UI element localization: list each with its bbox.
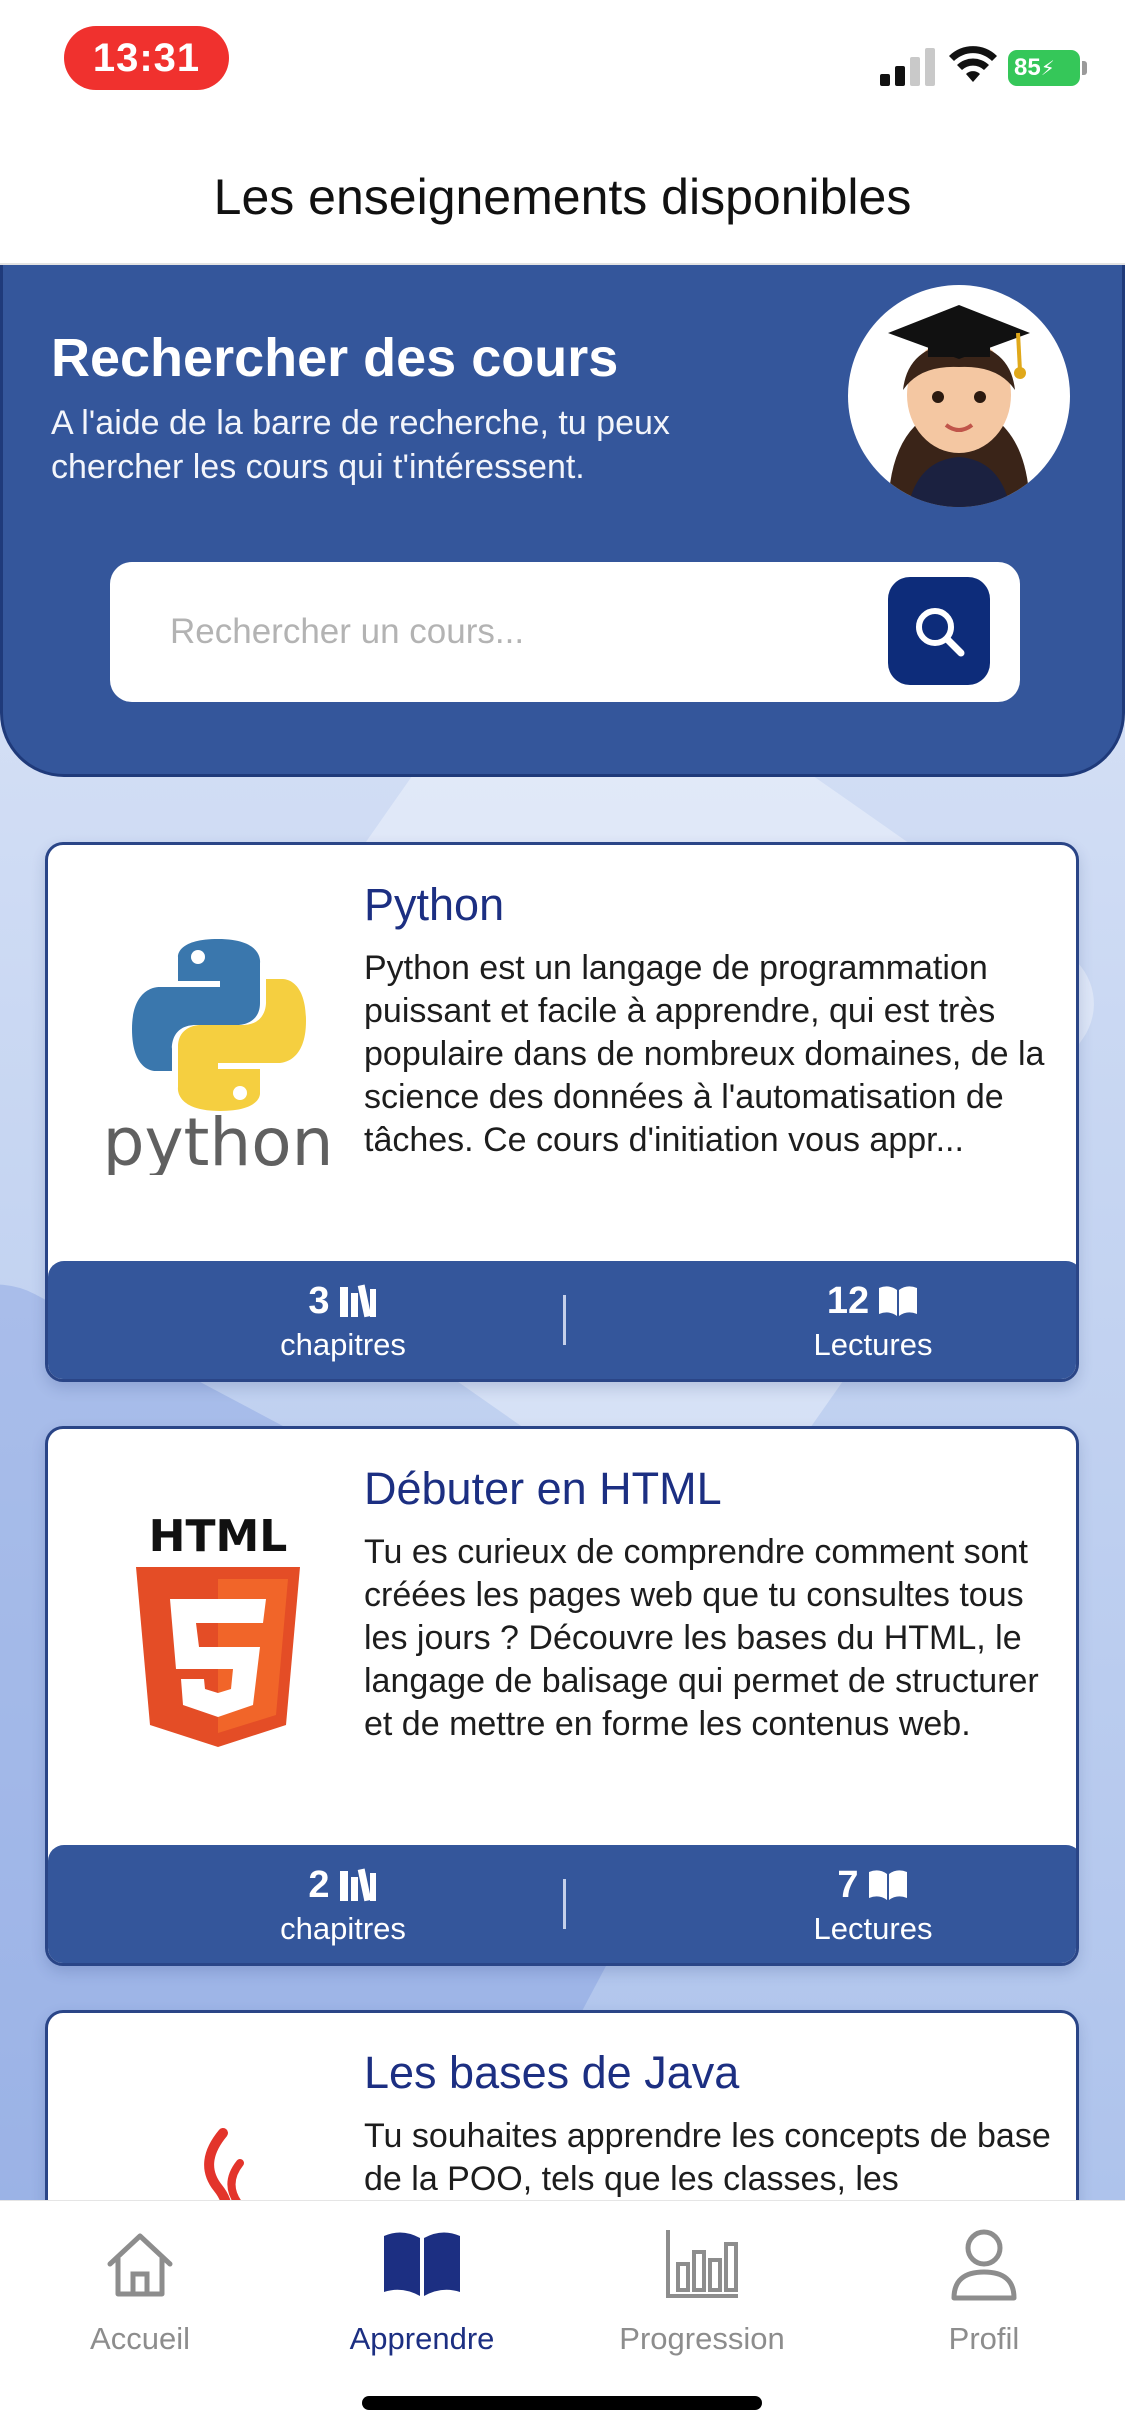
python-logo-text: python xyxy=(103,1104,334,1175)
course-title: Python xyxy=(364,879,505,930)
graduate-illustration xyxy=(888,305,1030,507)
nav-label: Accueil xyxy=(90,2321,190,2356)
chapters-label: chapitres xyxy=(280,1327,406,1362)
wifi-icon xyxy=(949,46,997,82)
chapters-count: 2 xyxy=(308,1863,330,1906)
readings-count: 7 xyxy=(837,1863,859,1906)
course-stats: 3 chapitres 12 Lectures xyxy=(48,1261,1076,1379)
stat-divider xyxy=(563,1879,566,1929)
nav-item-apprendre[interactable]: Apprendre xyxy=(302,2219,542,2357)
readings-stat: 12 Lectures xyxy=(673,1279,1073,1363)
books-icon xyxy=(339,1284,376,1318)
search-icon xyxy=(916,608,965,657)
chapters-stat: 2 chapitres xyxy=(143,1863,543,1947)
hero-description: A l'aide de la barre de recherche, tu pe… xyxy=(51,404,670,486)
nav-item-progression[interactable]: Progression xyxy=(582,2219,822,2357)
search-hero: Rechercher des cours A l'aide de la barr… xyxy=(0,265,1125,777)
chart-icon xyxy=(666,2230,738,2298)
readings-stat: 7 Lectures xyxy=(673,1863,1073,1947)
course-card-python[interactable]: python Python Python est un langage de p… xyxy=(45,842,1079,1382)
status-time: 13:31 xyxy=(64,26,229,90)
home-icon xyxy=(107,2233,173,2297)
course-stats: 2 chapitres 7 Lectures xyxy=(48,1845,1076,1963)
book-icon xyxy=(384,2232,460,2296)
course-card-html[interactable]: HTML Débuter en HTML Tu es curieux de co… xyxy=(45,1426,1079,1966)
battery-indicator: 85⚡ xyxy=(1008,50,1087,86)
nav-label: Profil xyxy=(948,2321,1020,2356)
search-button[interactable] xyxy=(888,577,990,685)
readings-label: Lectures xyxy=(813,1911,933,1946)
profile-icon xyxy=(951,2229,1017,2301)
battery-level: 85 xyxy=(1014,54,1041,81)
chapters-label: chapitres xyxy=(280,1911,406,1946)
course-description: Tu es curieux de comprendre comment sont… xyxy=(364,1533,1039,1743)
readings-count: 12 xyxy=(826,1279,870,1322)
books-icon xyxy=(339,1868,376,1902)
search-bar xyxy=(110,562,1020,702)
nav-label: Apprendre xyxy=(349,2321,495,2356)
python-logo-icon: python xyxy=(103,939,334,1181)
graduate-avatar xyxy=(848,285,1070,507)
search-input[interactable] xyxy=(170,602,870,662)
stat-divider xyxy=(563,1295,566,1345)
course-title: Débuter en HTML xyxy=(364,1463,722,1514)
charging-icon: ⚡ xyxy=(1040,58,1055,80)
book-open-icon xyxy=(879,1286,918,1316)
readings-label: Lectures xyxy=(813,1327,933,1362)
chapters-stat: 3 chapitres xyxy=(143,1279,543,1363)
html5-logo: HTML xyxy=(98,1509,338,1759)
hero-title: Rechercher des cours xyxy=(51,328,619,388)
home-indicator xyxy=(362,2396,762,2410)
html-logo-text: HTML xyxy=(149,1511,288,1562)
nav-item-accueil[interactable]: Accueil xyxy=(20,2219,260,2357)
book-open-icon xyxy=(868,1870,907,1900)
signal-icon xyxy=(880,48,935,86)
course-title: Les bases de Java xyxy=(364,2047,740,2098)
course-description: Python est un langage de programmation p… xyxy=(364,949,1045,1159)
html5-logo-icon: HTML xyxy=(136,1511,300,1747)
chapters-count: 3 xyxy=(308,1279,330,1322)
nav-item-profil[interactable]: Profil xyxy=(864,2219,1104,2357)
python-logo: python xyxy=(98,925,338,1181)
status-bar: 13:31 85⚡ xyxy=(0,0,1125,110)
course-description: Tu souhaites apprendre les concepts de b… xyxy=(364,2117,1051,2198)
nav-label: Progression xyxy=(619,2321,785,2356)
page-header: Les enseignements disponibles xyxy=(0,110,1125,265)
page-title: Les enseignements disponibles xyxy=(213,169,912,225)
